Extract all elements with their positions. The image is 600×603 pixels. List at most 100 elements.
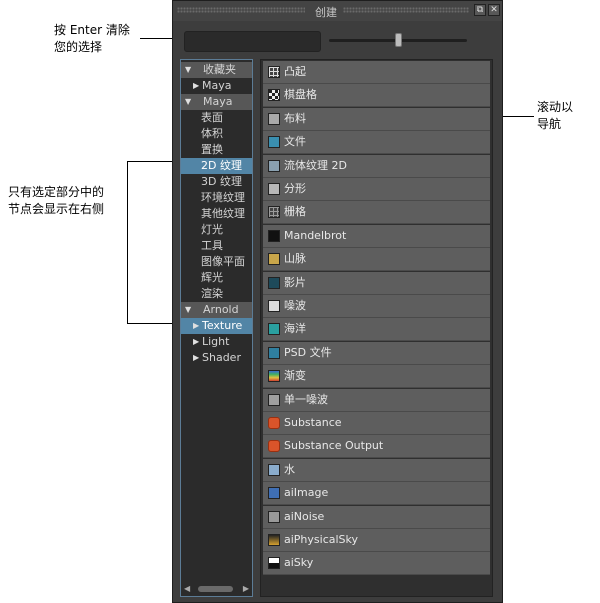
node-label: 水 <box>284 462 295 476</box>
noise-icon <box>268 300 280 312</box>
node-list-item[interactable]: aiSky <box>263 552 490 576</box>
node-list-item[interactable]: aiImage <box>263 482 490 506</box>
node-list-item[interactable]: 渐变 <box>263 365 490 389</box>
node-label: 海洋 <box>284 322 306 336</box>
tree-item[interactable]: ▶ Texture <box>181 318 252 334</box>
panel-titlebar[interactable]: 创建 ⧉ ✕ <box>173 1 502 21</box>
tree-item-label: 环境纹理 <box>201 191 245 204</box>
tree-item[interactable]: 体积 <box>181 126 252 142</box>
drag-grip-right[interactable] <box>343 7 469 13</box>
cloth-icon <box>268 112 280 125</box>
ramp-icon <box>268 370 280 383</box>
grid-icon <box>268 206 280 219</box>
mandelbrot-icon <box>268 229 280 242</box>
tree-item[interactable]: 其他纹理 <box>181 206 252 222</box>
tree-item[interactable]: 2D 纹理 <box>181 158 252 174</box>
water-icon <box>268 463 280 476</box>
node-list-item[interactable]: 栅格 <box>263 201 490 225</box>
node-list-item[interactable]: 文件 <box>263 131 490 155</box>
ai-physical-sky-icon <box>268 534 280 546</box>
bump-grid-icon <box>268 66 280 78</box>
node-label: 栅格 <box>284 205 306 219</box>
node-label: 流体纹理 2D <box>284 158 347 172</box>
node-list-item[interactable]: Substance Output <box>263 435 490 459</box>
node-list-item[interactable]: 单一噪波 <box>263 388 490 412</box>
tree-item[interactable]: 图像平面 <box>181 254 252 270</box>
tree-item[interactable]: 辉光 <box>181 270 252 286</box>
node-label: 噪波 <box>284 299 306 312</box>
tree-item-label: 收藏夹 <box>203 63 236 76</box>
tree-item[interactable]: ▶ Maya <box>181 78 252 94</box>
create-panel: 创建 ⧉ ✕ ▼ 收藏夹 ▶ Maya ▼ Maya 表面 体积 置换 2D 纹理 3D 纹理 环境纹… <box>172 0 503 603</box>
expand-down-arrow-icon[interactable]: ▼ <box>185 94 191 110</box>
substance-icon <box>268 417 280 429</box>
drag-grip-left[interactable] <box>177 7 305 13</box>
tree-category-header[interactable]: ▼ 收藏夹 <box>181 62 252 78</box>
node-label: Mandelbrot <box>284 228 347 242</box>
node-list-item[interactable]: Mandelbrot <box>263 224 490 248</box>
node-list-item[interactable]: 凸起 <box>263 61 490 84</box>
expand-right-arrow-icon[interactable]: ▶ <box>193 78 199 94</box>
tree-item[interactable]: 渲染 <box>181 286 252 302</box>
node-list-item[interactable]: 棋盘格 <box>263 84 490 108</box>
tree-category-header[interactable]: ▼ Maya <box>181 94 252 110</box>
close-icon[interactable]: ✕ <box>488 4 500 16</box>
ocean-icon <box>268 323 280 336</box>
tree-item[interactable]: 置换 <box>181 142 252 158</box>
node-label: PSD 文件 <box>284 345 332 359</box>
expand-right-arrow-icon[interactable]: ▶ <box>193 334 199 350</box>
scroll-left-icon[interactable]: ◀ <box>184 583 190 595</box>
simplex-noise-icon <box>268 393 280 406</box>
tree-item[interactable]: 3D 纹理 <box>181 174 252 190</box>
tree-item[interactable]: 环境纹理 <box>181 190 252 206</box>
node-list-item[interactable]: 影片 <box>263 271 490 295</box>
node-label: aiPhysicalSky <box>284 533 359 546</box>
node-list-item[interactable]: 海洋 <box>263 318 490 342</box>
tree-category-header[interactable]: ▼ Arnold <box>181 302 252 318</box>
tree-item-label: Light <box>202 335 230 348</box>
node-list-item[interactable]: aiPhysicalSky <box>263 529 490 552</box>
node-label: 单一噪波 <box>284 392 328 406</box>
annotation-line-2: 导航 <box>537 117 562 131</box>
node-list-item[interactable]: 布料 <box>263 107 490 131</box>
tree-item-label: 图像平面 <box>201 255 245 268</box>
tree-item-label: 2D 纹理 <box>201 159 242 172</box>
node-list-item[interactable]: 山脉 <box>263 248 490 272</box>
icon-size-slider-handle[interactable] <box>394 33 402 47</box>
tree-item[interactable]: ▶ Shader <box>181 350 252 366</box>
node-list-item[interactable]: aiNoise <box>263 505 490 529</box>
tree-item[interactable]: 工具 <box>181 238 252 254</box>
node-list: 凸起棋盘格布料 文件流体纹理 2D 分形栅格 Mandelbrot 山脉 影片噪波海洋 PS… <box>260 59 493 597</box>
node-label: 棋盘格 <box>284 88 317 102</box>
tree-item-label: Maya <box>202 79 232 92</box>
tree-item-label: Maya <box>203 95 233 108</box>
tree-item[interactable]: 灯光 <box>181 222 252 238</box>
checker-icon <box>268 89 280 102</box>
node-list-item[interactable]: 水 <box>263 458 490 482</box>
category-tree: ▼ 收藏夹 ▶ Maya ▼ Maya 表面 体积 置换 2D 纹理 3D 纹理 环境纹理 其他纹理 灯光… <box>180 59 253 597</box>
ai-image-icon <box>268 487 280 500</box>
node-label: 凸起 <box>284 65 306 78</box>
mountain-icon <box>268 253 280 266</box>
node-list-item[interactable]: 分形 <box>263 178 490 201</box>
expand-right-arrow-icon[interactable]: ▶ <box>193 350 199 366</box>
tree-item-label: 3D 纹理 <box>201 175 242 188</box>
scroll-right-icon[interactable]: ▶ <box>243 583 249 595</box>
psd-file-icon <box>268 346 280 359</box>
expand-down-arrow-icon[interactable]: ▼ <box>185 62 191 78</box>
node-list-item[interactable]: 流体纹理 2D <box>263 154 490 178</box>
movie-icon <box>268 276 280 289</box>
tree-horizontal-scrollbar[interactable]: ◀ ▶ <box>182 583 251 595</box>
tree-item[interactable]: 表面 <box>181 110 252 126</box>
expand-down-arrow-icon[interactable]: ▼ <box>185 302 191 318</box>
node-list-item[interactable]: 噪波 <box>263 295 490 318</box>
node-list-item[interactable]: Substance <box>263 412 490 435</box>
node-list-item[interactable]: PSD 文件 <box>263 341 490 365</box>
search-input[interactable] <box>184 31 321 52</box>
tree-item[interactable]: ▶ Light <box>181 334 252 350</box>
annotation-scroll: 滚动以 导航 <box>537 99 573 133</box>
tree-item-label: Texture <box>202 319 243 332</box>
float-window-icon[interactable]: ⧉ <box>474 4 486 16</box>
scroll-thumb[interactable] <box>198 586 233 592</box>
expand-right-arrow-icon[interactable]: ▶ <box>193 318 199 334</box>
